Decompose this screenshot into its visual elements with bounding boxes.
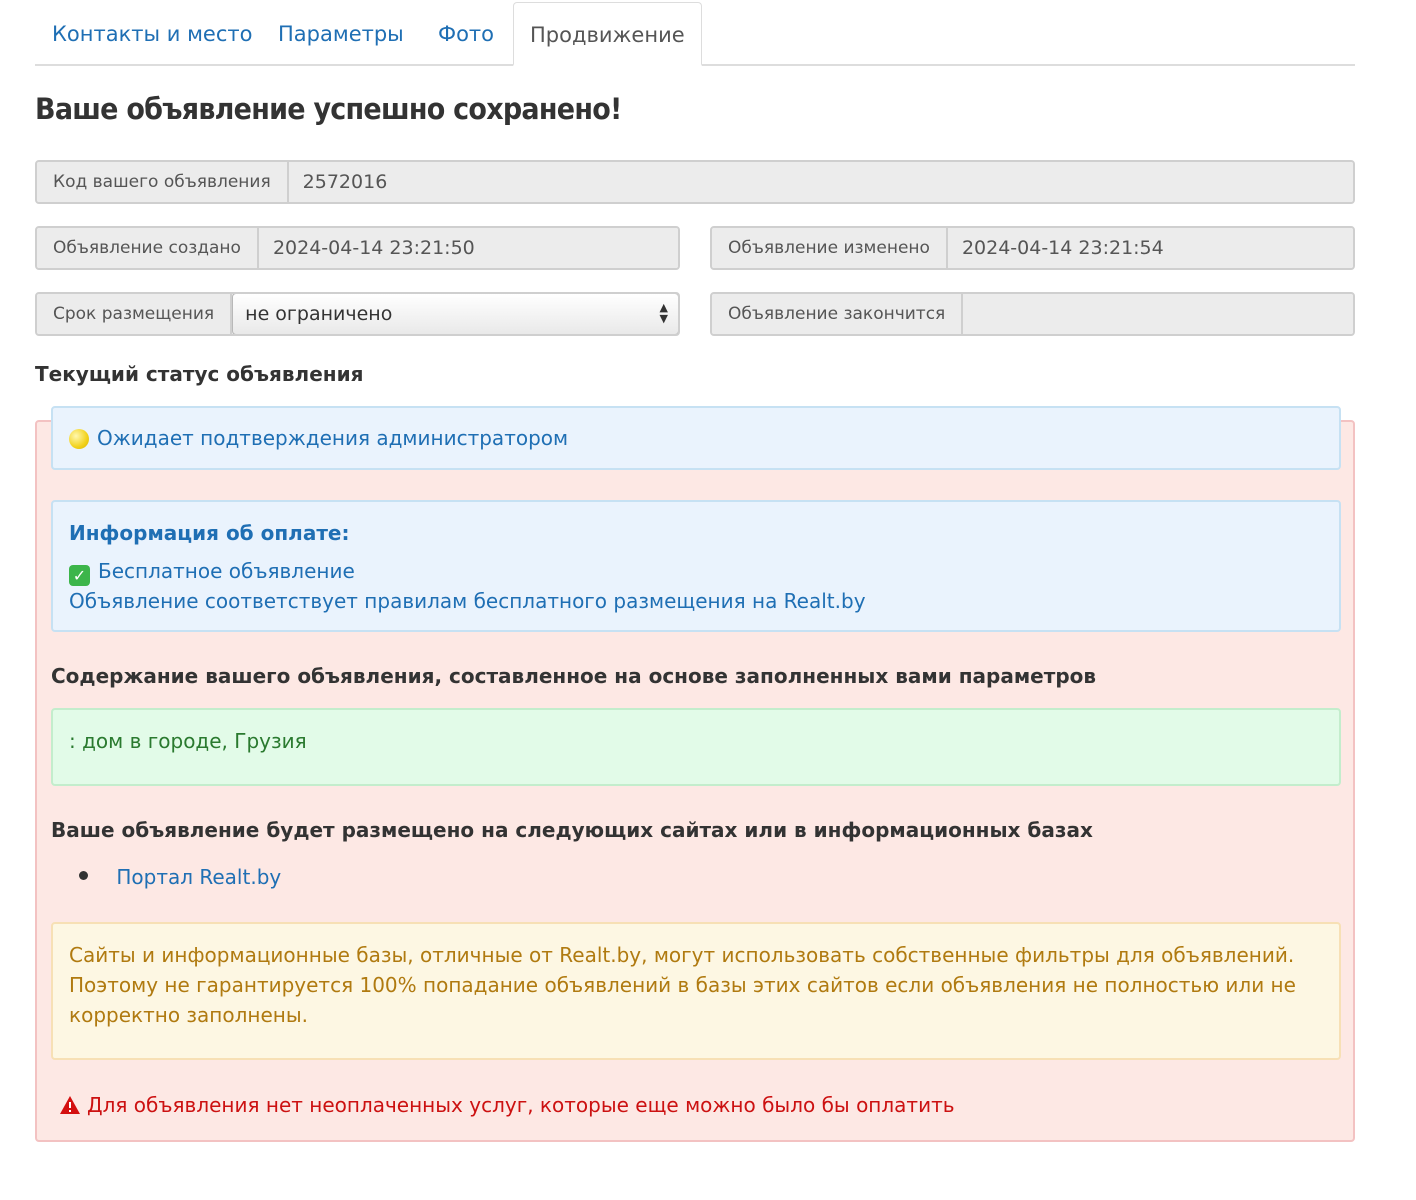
term-select[interactable]: не ограничено ▲ ▼: [232, 294, 678, 334]
page-title: Ваше объявление успешно сохранено!: [35, 92, 622, 126]
list-item: Портал Realt.by: [79, 862, 281, 892]
warning-line-2: Поэтому не гарантируется 100% попадание …: [69, 973, 1296, 997]
ad-code-group: Код вашего объявления 2572016: [35, 160, 1355, 204]
ad-code-value: 2572016: [288, 162, 1353, 202]
yellow-circle-icon: [69, 429, 89, 449]
content-text: : дом в городе, Грузия: [69, 729, 307, 753]
created-label: Объявление создано: [37, 228, 259, 268]
unpaid-notice-text: Для объявления нет неоплаченных услуг, к…: [87, 1093, 955, 1117]
sites-heading: Ваше объявление будет размещено на следу…: [51, 818, 1093, 842]
status-heading: Текущий статус объявления: [35, 362, 364, 386]
tab-bar: Контакты и место Параметры Фото Продвиже…: [35, 2, 1355, 66]
warning-line-1: Сайты и информационные базы, отличные от…: [69, 943, 1295, 967]
unpaid-notice: Для объявления нет неоплаченных услуг, к…: [59, 1090, 955, 1120]
warning-triangle-icon: [60, 1096, 80, 1114]
ends-group: Объявление закончится: [710, 292, 1355, 336]
ends-value: [963, 294, 1353, 334]
status-alert: Ожидает подтверждения администратором: [51, 406, 1341, 470]
sites-list: Портал Realt.by: [79, 862, 281, 892]
modified-value: 2024-04-14 23:21:54: [947, 228, 1353, 268]
ad-code-label: Код вашего объявления: [37, 162, 289, 202]
ends-label: Объявление закончится: [712, 294, 964, 334]
tab-parameters[interactable]: Параметры: [278, 2, 404, 66]
term-group: Срок размещения не ограничено ▲ ▼: [35, 292, 680, 336]
status-text: Ожидает подтверждения администратором: [97, 426, 569, 450]
payment-alert: Информация об оплате: ✓ Бесплатное объявл…: [51, 500, 1341, 632]
modified-group: Объявление изменено 2024-04-14 23:21:54: [710, 226, 1355, 270]
filters-warning: Сайты и информационные базы, отличные от…: [51, 922, 1341, 1060]
green-check-icon: ✓: [69, 565, 90, 586]
tab-promotion[interactable]: Продвижение: [513, 2, 702, 66]
site-link-realt[interactable]: Портал Realt.by: [116, 865, 281, 889]
payment-type: Бесплатное объявление: [98, 559, 355, 583]
content-alert: : дом в городе, Грузия: [51, 708, 1341, 786]
created-group: Объявление создано 2024-04-14 23:21:50: [35, 226, 680, 270]
payment-title: Информация об оплате:: [69, 521, 350, 545]
term-select-value: не ограничено: [245, 303, 393, 325]
status-panel: Ожидает подтверждения администратором Ин…: [35, 406, 1355, 1142]
modified-label: Объявление изменено: [712, 228, 948, 268]
warning-line-3: корректно заполнены.: [69, 1003, 309, 1027]
payment-note: Объявление соответствует правилам беспла…: [69, 589, 866, 613]
tab-contacts[interactable]: Контакты и место: [52, 2, 252, 66]
content-heading: Содержание вашего объявления, составленн…: [51, 664, 1097, 688]
created-value: 2024-04-14 23:21:50: [258, 228, 678, 268]
tab-photo[interactable]: Фото: [438, 2, 494, 66]
bullet-icon: [79, 871, 88, 880]
term-label: Срок размещения: [37, 294, 233, 334]
select-arrows-icon: ▲ ▼: [659, 301, 668, 325]
